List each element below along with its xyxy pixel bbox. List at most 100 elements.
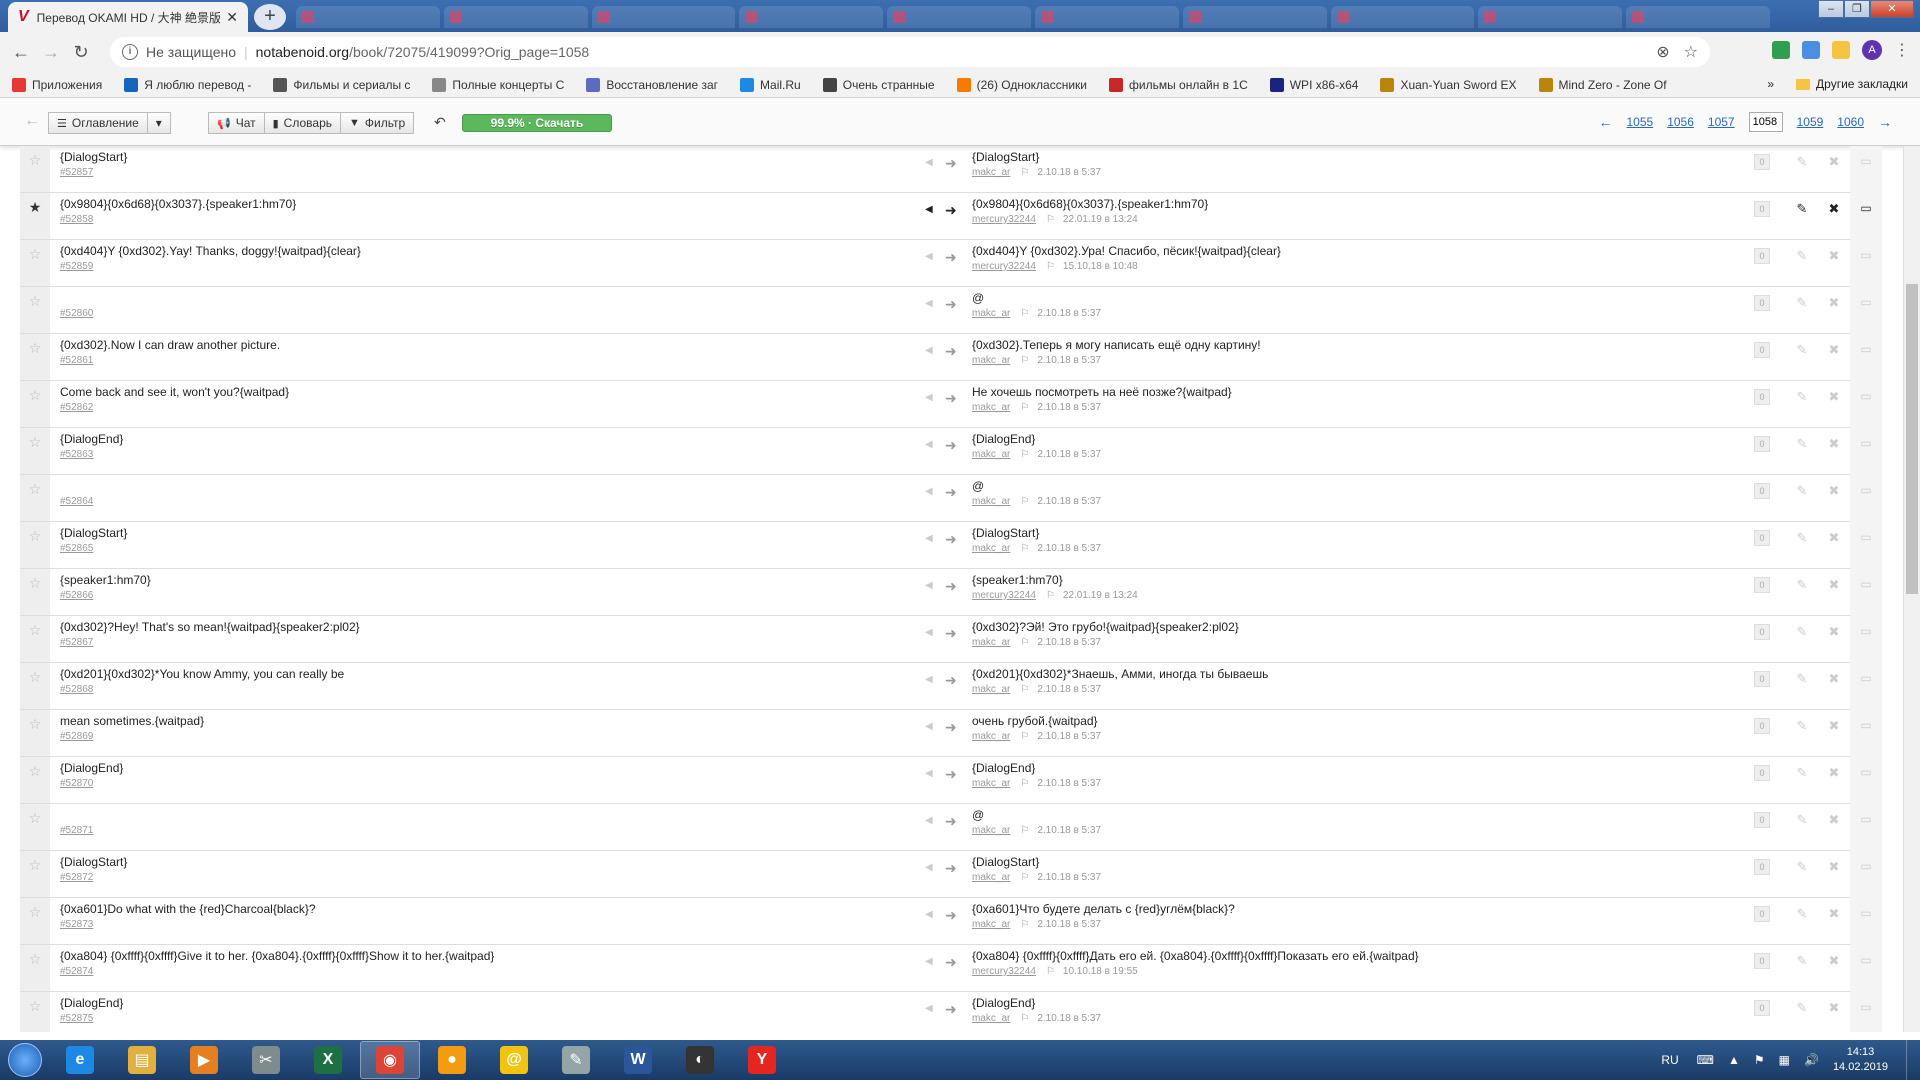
fragment-number-link[interactable]: #52870: [60, 778, 920, 789]
bookmark-item[interactable]: Полные концерты С: [432, 77, 564, 92]
background-tab[interactable]: [443, 6, 588, 28]
bookmark-item[interactable]: Я люблю перевод -: [124, 77, 251, 92]
star-icon[interactable]: ☆: [20, 522, 50, 568]
bookmark-item[interactable]: (26) Одноклассники: [956, 77, 1087, 92]
comment-icon[interactable]: ▭: [1850, 240, 1882, 287]
delete-icon[interactable]: ✖: [1818, 718, 1850, 734]
scrollbar-thumb[interactable]: [1906, 284, 1918, 594]
flag-icon[interactable]: ⚐: [1020, 402, 1029, 413]
edit-icon[interactable]: ✎: [1786, 859, 1818, 875]
network-icon[interactable]: ▦: [1779, 1053, 1790, 1067]
rating-badge[interactable]: 0: [1754, 389, 1770, 405]
edit-icon[interactable]: ✎: [1786, 248, 1818, 264]
delete-icon[interactable]: ✖: [1818, 436, 1850, 452]
fragment-number-link[interactable]: #52869: [60, 731, 920, 742]
fragment-number-link[interactable]: #52862: [60, 402, 920, 413]
taskbar-app-media-player[interactable]: ▶: [174, 1041, 234, 1079]
delete-icon[interactable]: ✖: [1818, 483, 1850, 499]
translator-link[interactable]: makc_ar: [972, 1013, 1010, 1024]
adguard-extension-icon[interactable]: [1772, 41, 1790, 59]
edit-icon[interactable]: ✎: [1786, 436, 1818, 452]
edit-icon[interactable]: ✎: [1786, 342, 1818, 358]
flag-icon[interactable]: ⚐: [1020, 496, 1029, 507]
rating-badge[interactable]: 0: [1754, 248, 1770, 264]
toc-dropdown-button[interactable]: ▾: [147, 112, 171, 134]
taskbar-app-internet-explorer[interactable]: e: [50, 1041, 110, 1079]
translate-arrow-icon[interactable]: ➜: [945, 484, 957, 501]
delete-icon[interactable]: ✖: [1818, 624, 1850, 640]
delete-icon[interactable]: ✖: [1818, 295, 1850, 311]
translator-link[interactable]: makc_ar: [972, 167, 1010, 178]
bookmark-extension-icon[interactable]: [1832, 41, 1850, 59]
rating-badge[interactable]: 0: [1754, 859, 1770, 875]
star-icon[interactable]: ☆: [20, 240, 50, 286]
current-page-input[interactable]: [1748, 112, 1783, 132]
download-progress-button[interactable]: 99.9% · Скачать: [462, 114, 612, 132]
caret-left-icon[interactable]: ◀: [925, 486, 933, 497]
delete-icon[interactable]: ✖: [1818, 953, 1850, 969]
edit-icon[interactable]: ✎: [1786, 577, 1818, 593]
background-tab[interactable]: [1478, 6, 1623, 28]
fragment-number-link[interactable]: #52864: [60, 496, 920, 507]
translate-arrow-icon[interactable]: ➜: [945, 578, 957, 595]
bookmark-item[interactable]: Восстановление заг: [586, 77, 718, 92]
fragment-number-link[interactable]: #52863: [60, 449, 920, 460]
page-link[interactable]: 1059: [1797, 115, 1824, 129]
rating-badge[interactable]: 0: [1754, 483, 1770, 499]
edit-icon[interactable]: ✎: [1786, 765, 1818, 781]
rating-badge[interactable]: 0: [1754, 201, 1770, 217]
restore-button[interactable]: ❐: [1844, 0, 1870, 18]
caret-left-icon[interactable]: ◀: [925, 251, 933, 262]
translator-link[interactable]: mercury32244: [972, 966, 1036, 977]
bookmarks-overflow-icon[interactable]: »: [1767, 77, 1774, 91]
tab-close-icon[interactable]: ✕: [226, 9, 238, 26]
caret-left-icon[interactable]: ◀: [925, 674, 933, 685]
comment-icon[interactable]: ▭: [1850, 851, 1882, 898]
flag-icon[interactable]: ⚐: [1020, 684, 1029, 695]
filter-button[interactable]: ▼ Фильтр: [341, 112, 415, 134]
bookmark-item[interactable]: Xuan-Yuan Sword EX: [1380, 77, 1517, 92]
rating-badge[interactable]: 0: [1754, 342, 1770, 358]
other-bookmarks-label[interactable]: Другие закладки: [1816, 77, 1908, 91]
translator-link[interactable]: mercury32244: [972, 261, 1036, 272]
star-icon[interactable]: ☆: [20, 569, 50, 615]
fragment-number-link[interactable]: #52874: [60, 966, 920, 977]
fragment-number-link[interactable]: #52868: [60, 684, 920, 695]
star-icon[interactable]: ☆: [20, 663, 50, 709]
translate-arrow-icon[interactable]: ➜: [945, 531, 957, 548]
translate-arrow-icon[interactable]: ➜: [945, 954, 957, 971]
menu-kebab-icon[interactable]: ⋮: [1894, 40, 1910, 60]
delete-icon[interactable]: ✖: [1818, 248, 1850, 264]
volume-icon[interactable]: 🔊: [1804, 1053, 1819, 1067]
edit-icon[interactable]: ✎: [1786, 389, 1818, 405]
taskbar-app-word[interactable]: W: [608, 1041, 668, 1079]
page-link[interactable]: 1060: [1837, 115, 1864, 129]
translator-link[interactable]: makc_ar: [972, 825, 1010, 836]
star-icon[interactable]: ☆: [20, 757, 50, 803]
bookmark-item[interactable]: Mind Zero - Zone Of: [1538, 77, 1667, 92]
translate-arrow-icon[interactable]: ➜: [945, 719, 957, 736]
fragment-number-link[interactable]: #52857: [60, 167, 920, 178]
translate-arrow-icon[interactable]: ➜: [945, 672, 957, 689]
start-button[interactable]: [0, 1040, 50, 1080]
star-icon[interactable]: ☆: [20, 287, 50, 333]
rating-badge[interactable]: 0: [1754, 530, 1770, 546]
background-tab[interactable]: [1626, 6, 1770, 28]
keyboard-icon[interactable]: ⌨: [1697, 1053, 1714, 1067]
background-tab[interactable]: [1330, 6, 1475, 28]
caret-left-icon[interactable]: ◀: [925, 439, 933, 450]
taskbar-app-chrome[interactable]: ◉: [360, 1041, 420, 1079]
comment-icon[interactable]: ▭: [1850, 522, 1882, 569]
caret-left-icon[interactable]: ◀: [925, 345, 933, 356]
back-icon[interactable]: ←: [6, 42, 36, 63]
star-icon[interactable]: ☆: [20, 428, 50, 474]
forward-icon[interactable]: →: [36, 42, 66, 63]
translator-link[interactable]: makc_ar: [972, 402, 1010, 413]
translator-link[interactable]: makc_ar: [972, 731, 1010, 742]
toc-button[interactable]: ☰ Оглавление: [48, 112, 148, 134]
translator-link[interactable]: makc_ar: [972, 778, 1010, 789]
star-icon[interactable]: ★: [20, 193, 50, 239]
translate-arrow-icon[interactable]: ➜: [945, 249, 957, 266]
star-icon[interactable]: ☆: [20, 945, 50, 991]
translate-arrow-icon[interactable]: ➜: [945, 766, 957, 783]
